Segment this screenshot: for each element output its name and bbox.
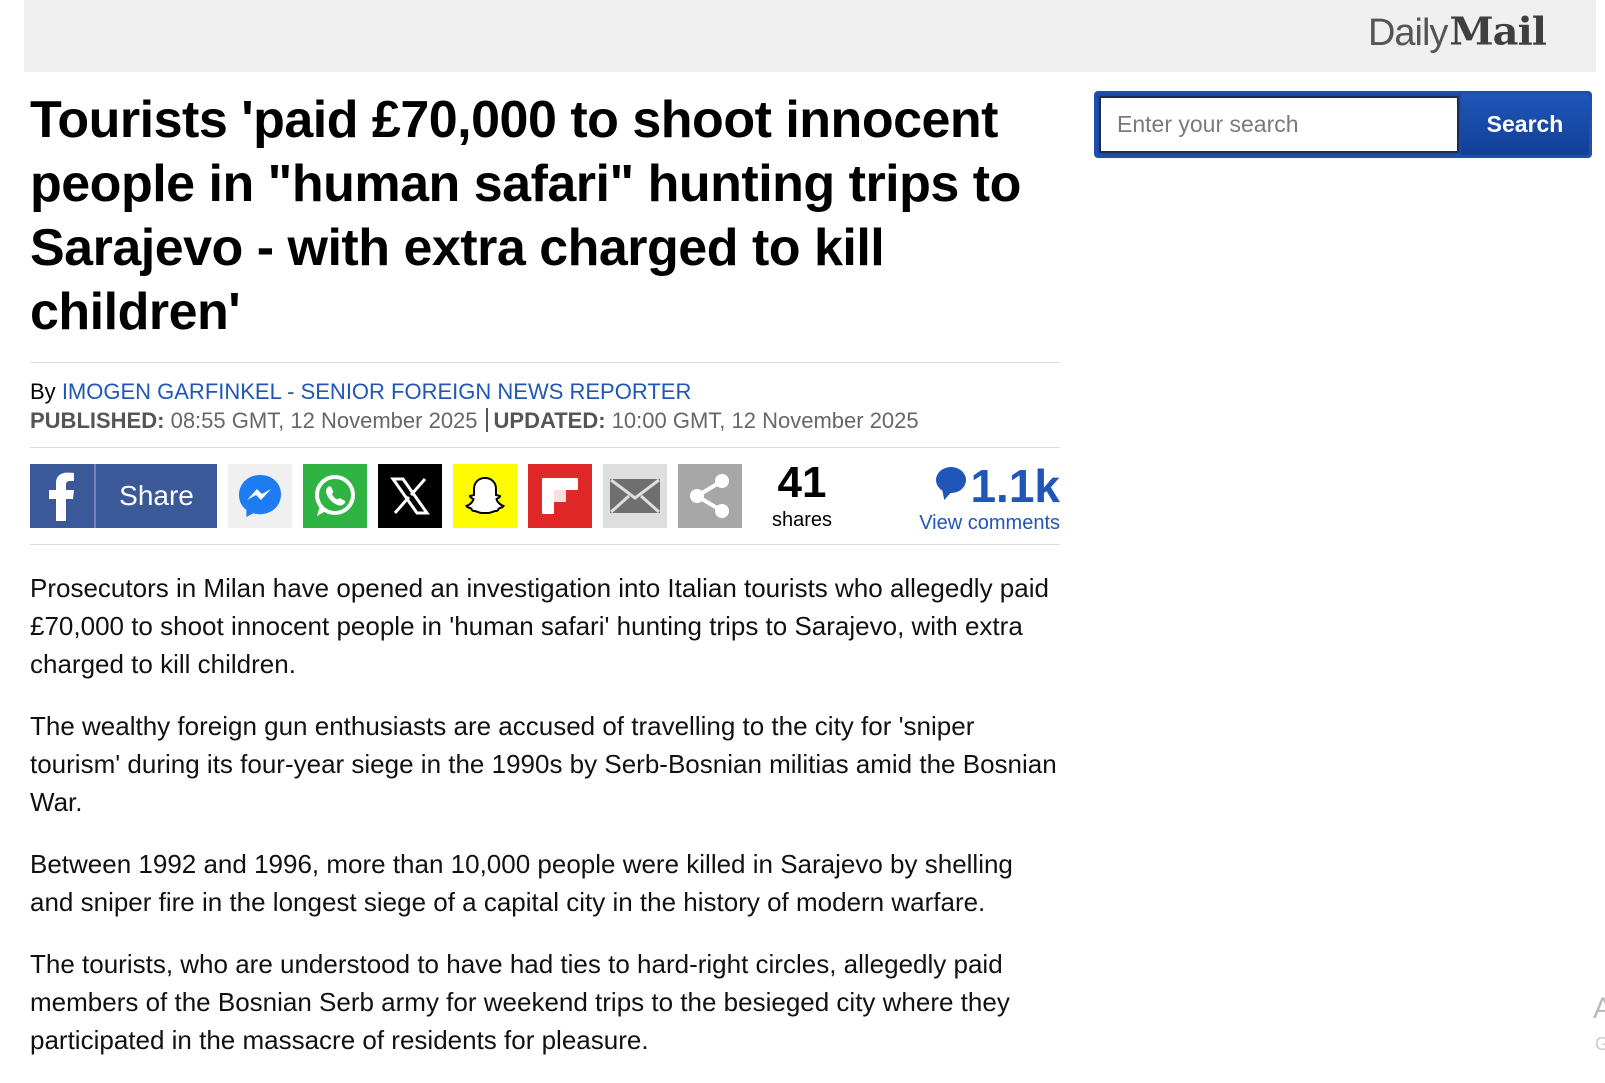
view-comments-label: View comments: [919, 512, 1060, 534]
date-separator: [485, 408, 488, 432]
email-icon: [610, 478, 660, 514]
snapchat-share-button[interactable]: [453, 464, 517, 528]
facebook-share-label: Share: [119, 480, 194, 511]
byline: By IMOGEN GARFINKEL - SENIOR FOREIGN NEW…: [30, 377, 1060, 406]
article-paragraph: The tourists, who are understood to have…: [30, 949, 1010, 1055]
more-share-button[interactable]: [678, 464, 742, 528]
published-label: PUBLISHED:: [30, 408, 165, 433]
article-paragraph: Between 1992 and 1996, more than 10,000 …: [30, 849, 1013, 917]
share-count-label: shares: [772, 508, 833, 531]
share-count: 41 shares: [772, 457, 833, 532]
comment-count: 1.1k: [919, 462, 1060, 510]
x-share-button[interactable]: [378, 464, 442, 528]
search-button[interactable]: Search: [1461, 94, 1589, 155]
x-icon: [390, 477, 430, 515]
byline-prefix: By: [30, 379, 56, 404]
search-input[interactable]: [1099, 96, 1459, 153]
share-bar: Share 41 shares 1.1k View comments: [30, 448, 1060, 544]
updated-value: 10:00 GMT, 12 November 2025: [611, 408, 919, 433]
article-paragraph: Prosecutors in Milan have opened an inve…: [30, 573, 1049, 679]
share-count-number: 41: [777, 457, 827, 507]
search-form: Search: [1094, 91, 1592, 158]
snapchat-icon: [465, 476, 505, 514]
article-headline: Tourists 'paid £70,000 to shoot innocent…: [30, 91, 1021, 341]
facebook-icon: [30, 464, 96, 528]
comments-link[interactable]: 1.1k View comments: [919, 462, 1060, 535]
article: Tourists 'paid £70,000 to shoot innocent…: [30, 88, 1060, 1083]
flipboard-share-button[interactable]: [528, 464, 592, 528]
masthead-bar: Daily Mail: [24, 0, 1596, 72]
messenger-icon: [239, 475, 281, 517]
share-icon: [690, 474, 729, 518]
logo-mail-text: Mail: [1449, 9, 1547, 54]
article-paragraph: The wealthy foreign gun enthusiasts are …: [30, 711, 1057, 817]
flipboard-icon: [542, 478, 578, 514]
email-share-button[interactable]: [603, 464, 667, 528]
clipped-side-text: A: [1593, 992, 1605, 1025]
byline-block: By IMOGEN GARFINKEL - SENIOR FOREIGN NEW…: [30, 363, 1060, 447]
facebook-share-button[interactable]: Share: [30, 464, 217, 528]
daily-mail-logo[interactable]: Daily Mail: [1368, 8, 1547, 54]
comment-count-value: 1.1k: [970, 460, 1060, 512]
whatsapp-share-button[interactable]: [303, 464, 367, 528]
clipped-side-text: G: [1595, 1034, 1605, 1054]
whatsapp-icon: [315, 475, 355, 516]
article-body: Prosecutors in Milan have opened an inve…: [30, 545, 1060, 1059]
published-value: 08:55 GMT, 12 November 2025: [170, 408, 478, 433]
article-dates: PUBLISHED: 08:55 GMT, 12 November 2025 UP…: [30, 406, 1060, 435]
updated-label: UPDATED:: [493, 408, 606, 433]
messenger-share-button[interactable]: [228, 464, 292, 528]
author-link[interactable]: IMOGEN GARFINKEL - SENIOR FOREIGN NEWS R…: [62, 379, 692, 404]
logo-daily-text: Daily: [1367, 12, 1448, 54]
comment-bubble-icon: [936, 467, 967, 493]
